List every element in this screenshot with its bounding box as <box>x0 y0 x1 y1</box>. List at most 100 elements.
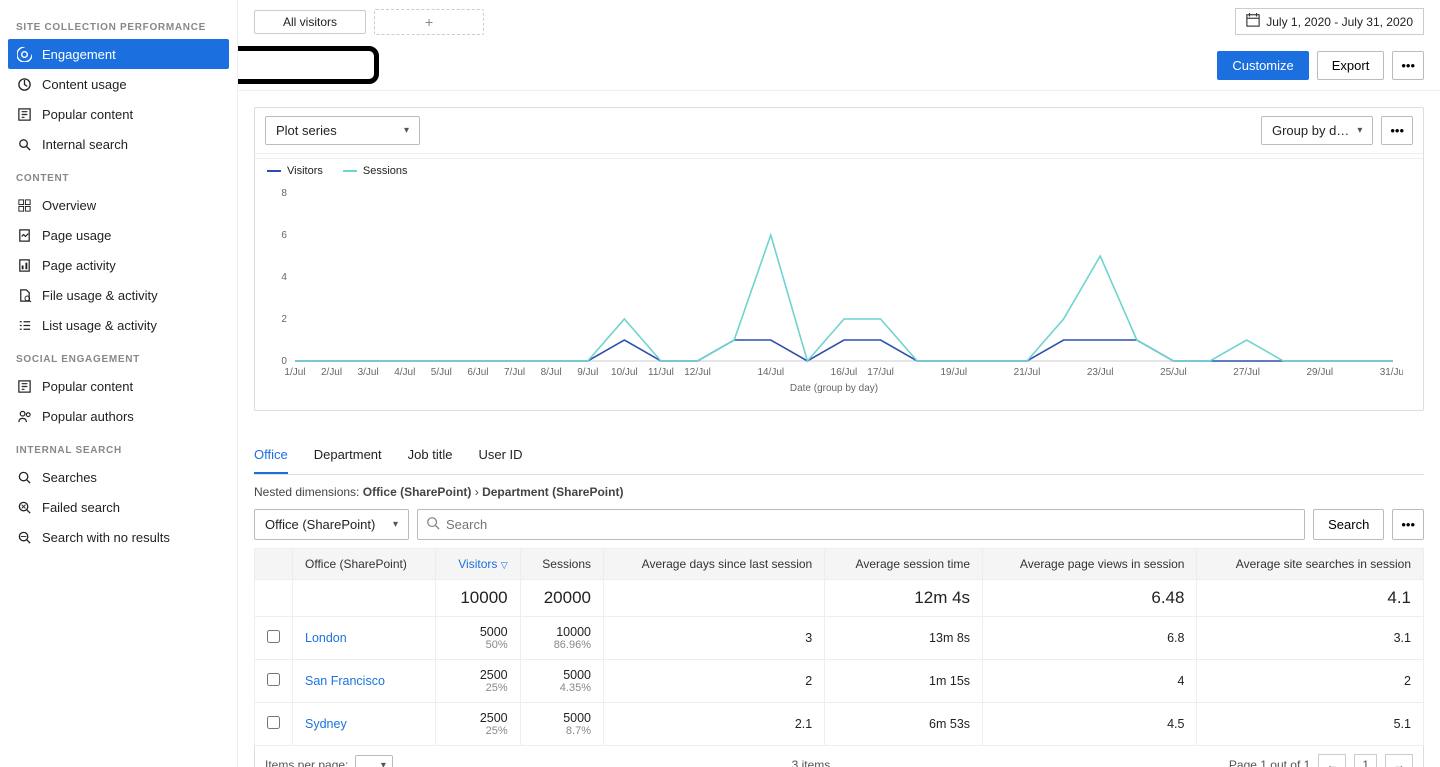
chart-more-button[interactable]: ••• <box>1381 116 1413 145</box>
col-avg-pv[interactable]: Average page views in session <box>983 549 1197 580</box>
table-row: London500050%1000086.96%313m 8s6.83.1 <box>255 617 1424 660</box>
table-row: Sydney250025%50008.7%2.16m 53s4.55.1 <box>255 703 1424 746</box>
chart-legend: Visitors Sessions <box>255 158 1423 177</box>
plot-series-select[interactable]: Plot series▾ <box>265 116 420 145</box>
nested-dimensions-breadcrumb: Nested dimensions: Office (SharePoint) ›… <box>254 475 1424 509</box>
table-more-button[interactable]: ••• <box>1392 509 1424 540</box>
col-avg-time[interactable]: Average session time <box>825 549 983 580</box>
arrow-annotation <box>238 46 379 84</box>
prev-page-button[interactable]: ← <box>1318 754 1346 767</box>
sidebar-heading: CONTENT <box>0 159 237 190</box>
sidebar-item-label: Searches <box>42 470 97 485</box>
table-row: San Francisco250025%50004.35%21m 15s42 <box>255 660 1424 703</box>
svg-text:21/Jul: 21/Jul <box>1014 367 1041 378</box>
sidebar-item-label: Overview <box>42 198 96 213</box>
topbar: All visitors + July 1, 2020 - July 31, 2… <box>238 0 1440 35</box>
svg-text:25/Jul: 25/Jul <box>1160 367 1187 378</box>
col-office[interactable]: Office (SharePoint) <box>293 549 436 580</box>
sidebar-item-page-usage[interactable]: Page usage <box>0 220 237 250</box>
content: Plot series▾ Group by d…▾ ••• Visitors S… <box>238 91 1440 767</box>
sidebar-item-engagement[interactable]: Engagement <box>8 39 229 69</box>
sidebar-item-label: Popular content <box>42 379 133 394</box>
svg-text:27/Jul: 27/Jul <box>1233 367 1260 378</box>
svg-text:1/Jul: 1/Jul <box>284 367 305 378</box>
sidebar-item-list-usage-activity[interactable]: List usage & activity <box>0 310 237 340</box>
tab-user-id[interactable]: User ID <box>478 441 522 474</box>
search-row: Office (SharePoint)▾ Search ••• <box>254 509 1424 540</box>
legend-sessions: Sessions <box>343 165 408 177</box>
data-table: Office (SharePoint) Visitors ▽ Sessions … <box>254 548 1424 746</box>
internal-search-icon <box>16 136 32 152</box>
sidebar-item-label: Content usage <box>42 77 127 92</box>
page-activity-icon <box>16 257 32 273</box>
row-checkbox[interactable] <box>267 716 280 729</box>
office-link[interactable]: San Francisco <box>305 674 385 688</box>
sort-desc-icon: ▽ <box>501 560 508 570</box>
add-tab-button[interactable]: + <box>374 9 484 35</box>
popular-authors-icon <box>16 408 32 424</box>
col-avg-days[interactable]: Average days since last session <box>604 549 825 580</box>
sidebar-item-popular-content[interactable]: Popular content <box>0 99 237 129</box>
search-input[interactable] <box>440 510 1296 539</box>
svg-text:16/Jul: 16/Jul <box>831 367 858 378</box>
chevron-down-icon: ▾ <box>1357 125 1362 136</box>
sidebar-item-searches[interactable]: Searches <box>0 462 237 492</box>
col-visitors[interactable]: Visitors ▽ <box>436 549 520 580</box>
next-page-button[interactable]: → <box>1385 754 1413 767</box>
tab-office[interactable]: Office <box>254 441 288 474</box>
sidebar-item-popular-content[interactable]: Popular content <box>0 371 237 401</box>
chevron-down-icon: ▾ <box>381 760 386 767</box>
no-results-icon <box>16 529 32 545</box>
col-sessions[interactable]: Sessions <box>520 549 603 580</box>
tab-department[interactable]: Department <box>314 441 382 474</box>
failed-search-icon <box>16 499 32 515</box>
items-per-page-label: Items per page: <box>265 758 348 767</box>
more-button[interactable]: ••• <box>1392 51 1424 80</box>
popular-content-icon <box>16 378 32 394</box>
sidebar-item-content-usage[interactable]: Content usage <box>0 69 237 99</box>
sidebar-item-failed-search[interactable]: Failed search <box>0 492 237 522</box>
row-checkbox[interactable] <box>267 630 280 643</box>
svg-text:8/Jul: 8/Jul <box>541 367 562 378</box>
sidebar-item-overview[interactable]: Overview <box>0 190 237 220</box>
sidebar-item-page-activity[interactable]: Page activity <box>0 250 237 280</box>
dimension-select[interactable]: Office (SharePoint)▾ <box>254 509 409 540</box>
sidebar-heading: SITE COLLECTION PERFORMANCE <box>0 8 237 39</box>
svg-text:Date (group by day): Date (group by day) <box>790 383 878 394</box>
search-button[interactable]: Search <box>1313 509 1384 540</box>
sidebar-item-search-with-no-results[interactable]: Search with no results <box>0 522 237 552</box>
sidebar-item-popular-authors[interactable]: Popular authors <box>0 401 237 431</box>
svg-text:31/Jul: 31/Jul <box>1380 367 1403 378</box>
export-button[interactable]: Export <box>1317 51 1385 80</box>
sidebar-item-internal-search[interactable]: Internal search <box>0 129 237 159</box>
svg-text:14/Jul: 14/Jul <box>757 367 784 378</box>
item-count: 3 items <box>393 758 1229 767</box>
office-link[interactable]: London <box>305 631 347 645</box>
sidebar-item-label: Engagement <box>42 47 116 62</box>
sidebar-item-file-usage-activity[interactable]: File usage & activity <box>0 280 237 310</box>
svg-text:12/Jul: 12/Jul <box>684 367 711 378</box>
office-link[interactable]: Sydney <box>305 717 347 731</box>
title-row: Engagement Customize Export ••• <box>238 35 1440 91</box>
items-per-page-select[interactable]: ...▾ <box>355 755 393 767</box>
date-range-picker[interactable]: July 1, 2020 - July 31, 2020 <box>1235 8 1424 35</box>
sidebar-item-label: Failed search <box>42 500 120 515</box>
sidebar-item-label: Search with no results <box>42 530 170 545</box>
row-checkbox[interactable] <box>267 673 280 686</box>
svg-text:3/Jul: 3/Jul <box>358 367 379 378</box>
col-avg-search[interactable]: Average site searches in session <box>1197 549 1424 580</box>
customize-button[interactable]: Customize <box>1217 51 1308 80</box>
chevron-down-icon: ▾ <box>404 125 409 136</box>
visitors-tab[interactable]: All visitors <box>254 10 366 34</box>
current-page: 1 <box>1354 754 1377 767</box>
svg-text:29/Jul: 29/Jul <box>1306 367 1333 378</box>
sidebar-item-label: Page usage <box>42 228 111 243</box>
svg-text:6/Jul: 6/Jul <box>467 367 488 378</box>
group-by-select[interactable]: Group by d…▾ <box>1261 116 1373 145</box>
sidebar-heading: SOCIAL ENGAGEMENT <box>0 340 237 371</box>
chart-panel: Plot series▾ Group by d…▾ ••• Visitors S… <box>254 107 1424 411</box>
tab-job-title[interactable]: Job title <box>408 441 453 474</box>
col-checkbox <box>255 549 293 580</box>
more-horizontal-icon: ••• <box>1390 123 1404 138</box>
svg-text:7/Jul: 7/Jul <box>504 367 525 378</box>
